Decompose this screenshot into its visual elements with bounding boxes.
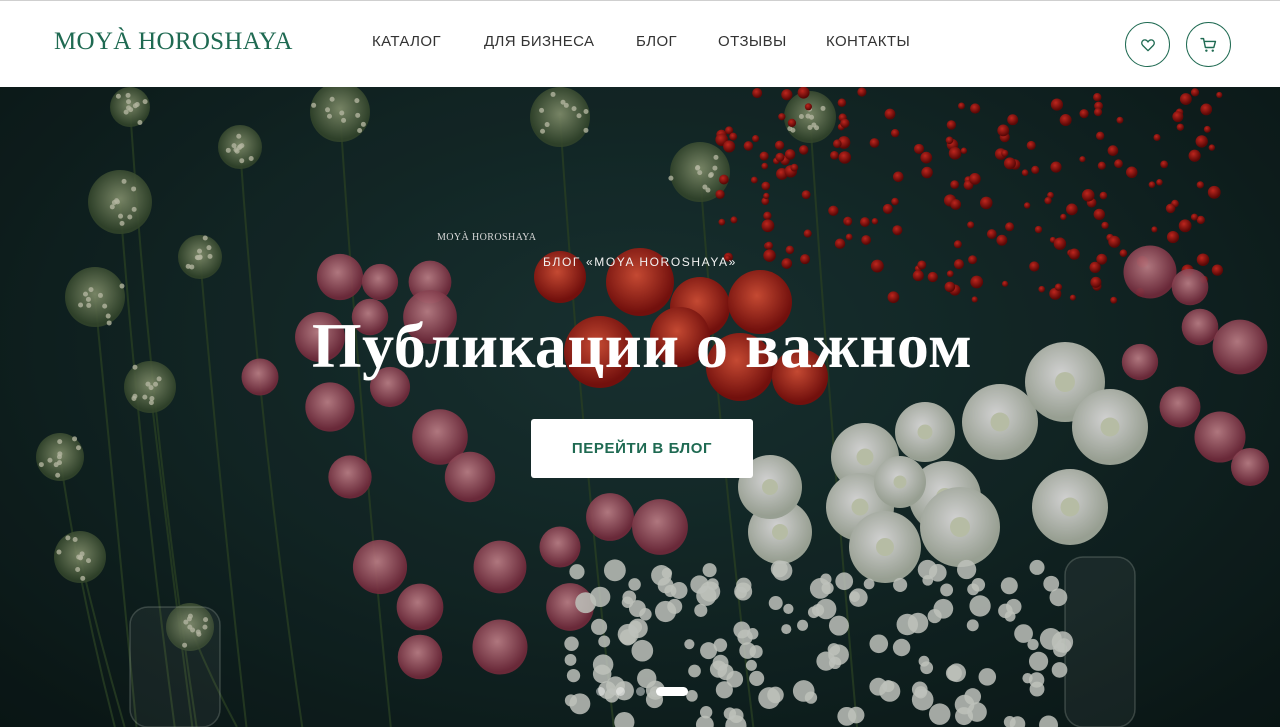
nav-item-catalog[interactable]: КАТАЛОГ [372, 33, 441, 50]
go-to-blog-button[interactable]: ПЕРЕЙТИ В БЛОГ [531, 419, 753, 478]
nav-item-reviews[interactable]: ОТЗЫВЫ [718, 33, 787, 50]
hero-overlay [0, 87, 1280, 727]
hero-title: Публикации о важном [311, 310, 973, 381]
cart-icon [1200, 37, 1217, 52]
site-header: MOYÀ HOROSHAYA КАТАЛОГ ДЛЯ БИЗНЕСА БЛОГ … [0, 0, 1280, 87]
favorites-button[interactable] [1125, 22, 1170, 67]
nav-item-contacts[interactable]: КОНТАКТЫ [826, 33, 910, 50]
nav-item-business[interactable]: ДЛЯ БИЗНЕСА [484, 33, 594, 50]
photo-brand-label: MOYÀ HOROSHAYA [437, 232, 537, 243]
site-logo[interactable]: MOYÀ HOROSHAYA [54, 28, 293, 56]
hero-banner: MOYÀ HOROSHAYA БЛОГ «MOYA HOROSHAYA» Пуб… [0, 87, 1280, 727]
hero-eyebrow: БЛОГ «MOYA HOROSHAYA» [543, 255, 737, 269]
nav-item-blog[interactable]: БЛОГ [636, 33, 677, 50]
slider-dot[interactable] [596, 687, 605, 696]
slider-dot[interactable] [636, 687, 645, 696]
slider-dot-active[interactable] [656, 687, 688, 696]
cart-button[interactable] [1186, 22, 1231, 67]
slider-dot[interactable] [616, 687, 625, 696]
heart-icon [1140, 38, 1155, 51]
